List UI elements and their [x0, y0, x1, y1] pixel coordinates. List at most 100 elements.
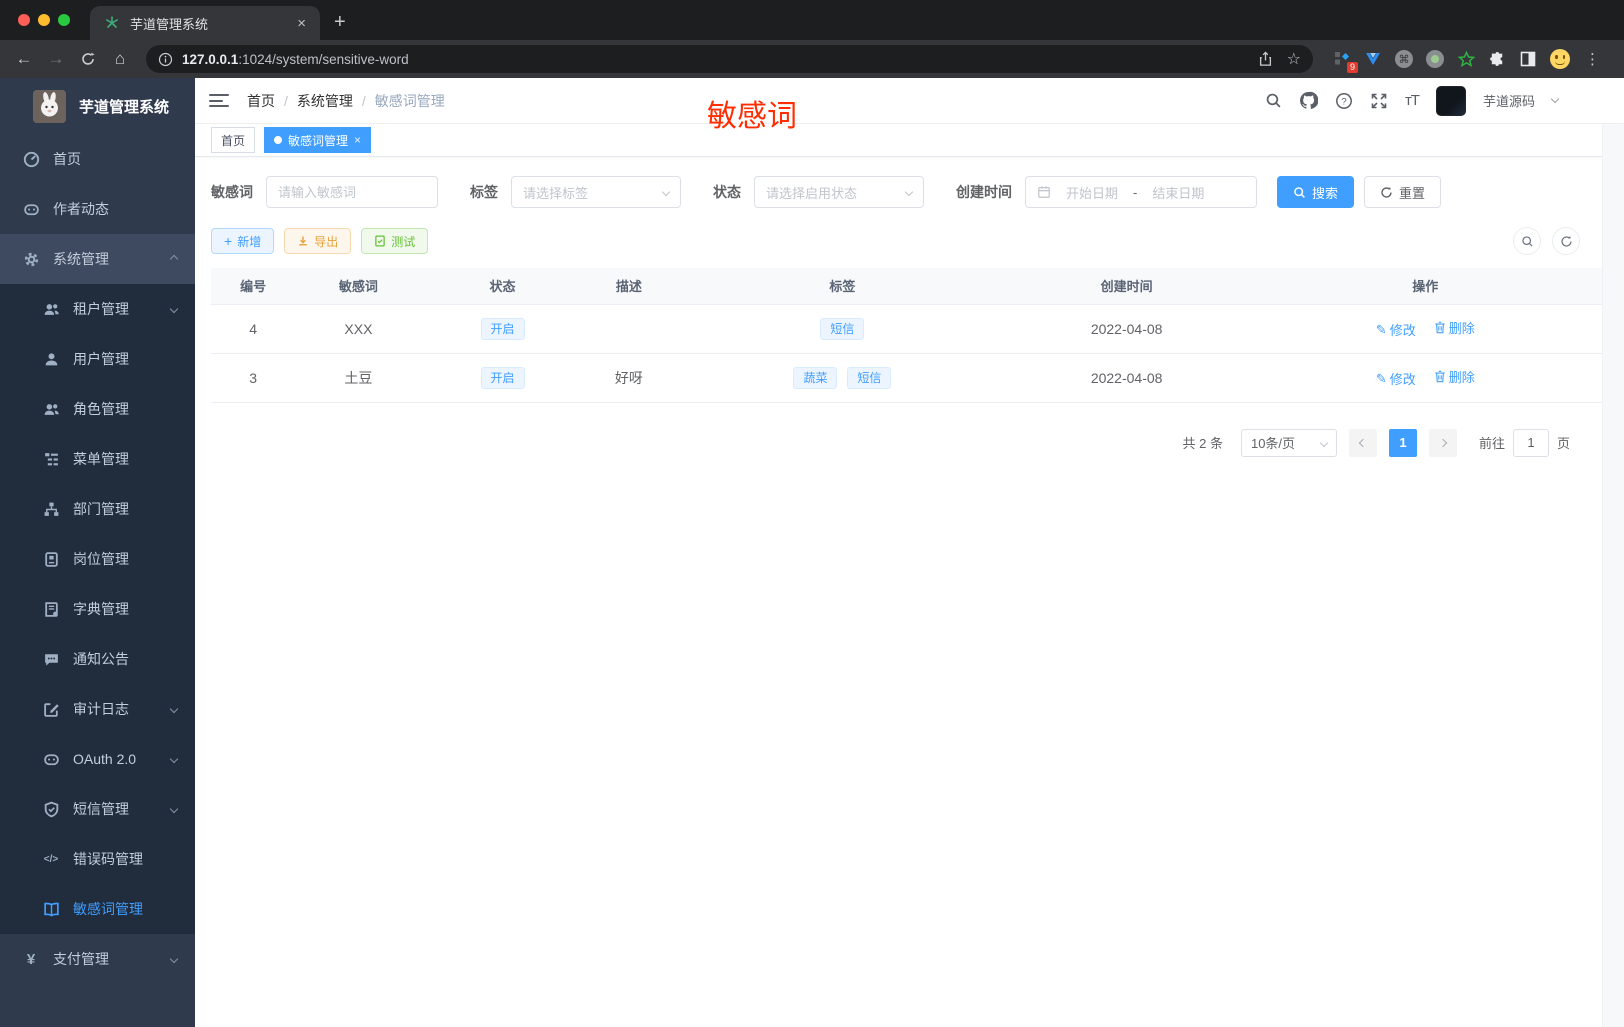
test-button[interactable]: 测试	[361, 228, 429, 254]
user-avatar[interactable]	[1435, 85, 1466, 116]
edit-link[interactable]: ✎ 修改	[1376, 320, 1416, 339]
sidebar-item-user[interactable]: 用户管理	[0, 334, 195, 384]
add-button[interactable]: + 新增	[211, 228, 275, 254]
profile-avatar-icon[interactable]	[1550, 49, 1570, 69]
breadcrumb-separator: /	[361, 92, 366, 109]
share-icon[interactable]	[1258, 51, 1273, 67]
font-size-icon[interactable]: тT	[1405, 92, 1420, 109]
tag-close-icon[interactable]: ×	[354, 133, 361, 147]
sidebar-item-author-news[interactable]: 作者动态	[0, 184, 195, 234]
pagination: 共 2 条 10条/页 1 前往 页	[211, 428, 1608, 457]
search-button[interactable]: 搜索	[1277, 176, 1355, 208]
sidebar-item-role[interactable]: 角色管理	[0, 384, 195, 434]
sidebar-item-dict[interactable]: 字典管理	[0, 584, 195, 634]
vue-devtools-icon[interactable]	[1364, 50, 1382, 68]
breadcrumb-system[interactable]: 系统管理	[297, 91, 353, 111]
show-search-button[interactable]	[1513, 227, 1541, 255]
browser-tab[interactable]: 芋道管理系统 ×	[90, 6, 320, 40]
refresh-table-button[interactable]	[1552, 227, 1580, 255]
window-controls[interactable]	[0, 0, 90, 40]
sidebar-item-sms[interactable]: 短信管理	[0, 784, 195, 834]
keyword-input[interactable]	[266, 176, 438, 208]
sidebar-item-label: 租户管理	[73, 301, 129, 317]
sidebar-logo[interactable]: 芋道管理系统	[0, 78, 195, 134]
split-view-icon[interactable]	[1519, 50, 1537, 68]
sidebar-item-error-code[interactable]: </> 错误码管理	[0, 834, 195, 884]
url-host: 127.0.0.1	[182, 51, 239, 67]
chevron-right-icon	[1438, 438, 1448, 447]
goto-page-input[interactable]	[1512, 428, 1549, 457]
sidebar-item-tenant[interactable]: 租户管理	[0, 284, 195, 334]
page-number-button[interactable]: 1	[1388, 428, 1417, 457]
site-info-icon[interactable]	[158, 52, 173, 67]
delete-link[interactable]: 删除	[1434, 318, 1475, 337]
sidebar-item-label: 短信管理	[73, 801, 129, 817]
forward-icon[interactable]: →	[42, 49, 70, 69]
user-menu-caret-icon[interactable]	[1550, 94, 1560, 104]
recorder-extension-icon[interactable]	[1426, 50, 1444, 68]
col-status: 状态	[421, 268, 584, 305]
date-range-picker[interactable]: 开始日期 - 结束日期	[1025, 176, 1257, 208]
sidebar-item-audit-log[interactable]: 审计日志	[0, 684, 195, 734]
search-icon	[1294, 186, 1305, 198]
close-window-button[interactable]	[18, 14, 30, 26]
sidebar-item-label: 敏感词管理	[73, 901, 143, 917]
export-button-label: 导出	[314, 234, 339, 249]
star-extension-icon[interactable]	[1457, 50, 1475, 68]
browser-menu-icon[interactable]: ⋮	[1583, 50, 1606, 68]
tag-sensitive-word[interactable]: 敏感词管理 ×	[264, 127, 372, 153]
sidebar-item-label: 首页	[53, 151, 81, 167]
back-icon[interactable]: ←	[10, 49, 38, 69]
next-page-button[interactable]	[1428, 428, 1457, 457]
github-icon[interactable]	[1299, 91, 1318, 110]
dictionary-book-icon	[42, 601, 60, 618]
sidebar-item-menu[interactable]: 菜单管理	[0, 434, 195, 484]
command-extension-icon[interactable]: ⌘	[1395, 50, 1413, 68]
cell-actions: ✎ 修改 删除	[1242, 353, 1608, 403]
extensions-puzzle-icon[interactable]	[1488, 50, 1506, 68]
sidebar-item-post[interactable]: 岗位管理	[0, 534, 195, 584]
tag-home[interactable]: 首页	[211, 127, 256, 153]
edit-link[interactable]: ✎ 修改	[1376, 369, 1416, 388]
edit-log-icon	[42, 701, 60, 718]
status-select[interactable]: 请选择启用状态	[754, 176, 924, 208]
zoom-window-button[interactable]	[58, 14, 70, 26]
sidebar-item-home[interactable]: 首页	[0, 134, 195, 184]
bookmark-star-icon[interactable]: ☆	[1287, 49, 1301, 69]
tab-close-icon[interactable]: ×	[293, 15, 310, 32]
minimize-window-button[interactable]	[38, 14, 50, 26]
sidebar-item-notice[interactable]: 通知公告	[0, 634, 195, 684]
sidebar-submenu: 租户管理 用户管理 角色管理 菜单管理 部门管理 岗位管理 字典管理 通知公告 …	[0, 284, 195, 934]
sidebar-item-system-manage[interactable]: 系统管理	[0, 234, 195, 284]
help-icon[interactable]: ?	[1335, 92, 1353, 110]
prev-page-button[interactable]	[1348, 428, 1377, 457]
search-icon[interactable]	[1265, 92, 1282, 109]
cell-status: 开启	[421, 353, 584, 403]
url-bar[interactable]: 127.0.0.1:1024/system/sensitive-word ☆	[146, 45, 1313, 73]
sidebar-item-oauth[interactable]: OAuth 2.0	[0, 734, 195, 784]
tags-view: 首页 敏感词管理 ×	[195, 124, 1624, 157]
fullscreen-icon[interactable]	[1370, 92, 1388, 110]
page-size-select[interactable]: 10条/页	[1240, 428, 1337, 457]
reset-button[interactable]: 重置	[1364, 176, 1442, 208]
main-area: 敏感词 首页 / 系统管理 / 敏感词管理 ? тT 芋道源码 首页 敏感词管理…	[195, 78, 1624, 1027]
sidebar-item-label: 岗位管理	[73, 551, 129, 567]
new-tab-button[interactable]: +	[334, 11, 346, 34]
extension-grid-icon[interactable]: 9	[1333, 50, 1358, 73]
delete-link[interactable]: 删除	[1434, 367, 1475, 386]
scrollbar-gutter[interactable]	[1602, 124, 1624, 1027]
breadcrumb-home[interactable]: 首页	[247, 91, 275, 111]
sidebar-collapse-icon[interactable]	[209, 94, 229, 107]
tag-select[interactable]: 请选择标签	[511, 176, 681, 208]
sidebar-item-dept[interactable]: 部门管理	[0, 484, 195, 534]
sidebar-item-sensitive-word[interactable]: 敏感词管理	[0, 884, 195, 934]
yen-icon: ¥	[26, 950, 36, 968]
export-button[interactable]: 导出	[284, 228, 352, 254]
username[interactable]: 芋道源码	[1483, 91, 1535, 110]
home-icon[interactable]: ⌂	[106, 49, 134, 69]
sidebar-item-pay[interactable]: ¥ 支付管理	[0, 934, 195, 984]
sidebar-item-label: OAuth 2.0	[73, 751, 137, 767]
reload-icon[interactable]	[74, 51, 102, 67]
logo-rabbit-icon	[33, 89, 66, 123]
browser-toolbar: ← → ⌂ 127.0.0.1:1024/system/sensitive-wo…	[0, 40, 1624, 78]
